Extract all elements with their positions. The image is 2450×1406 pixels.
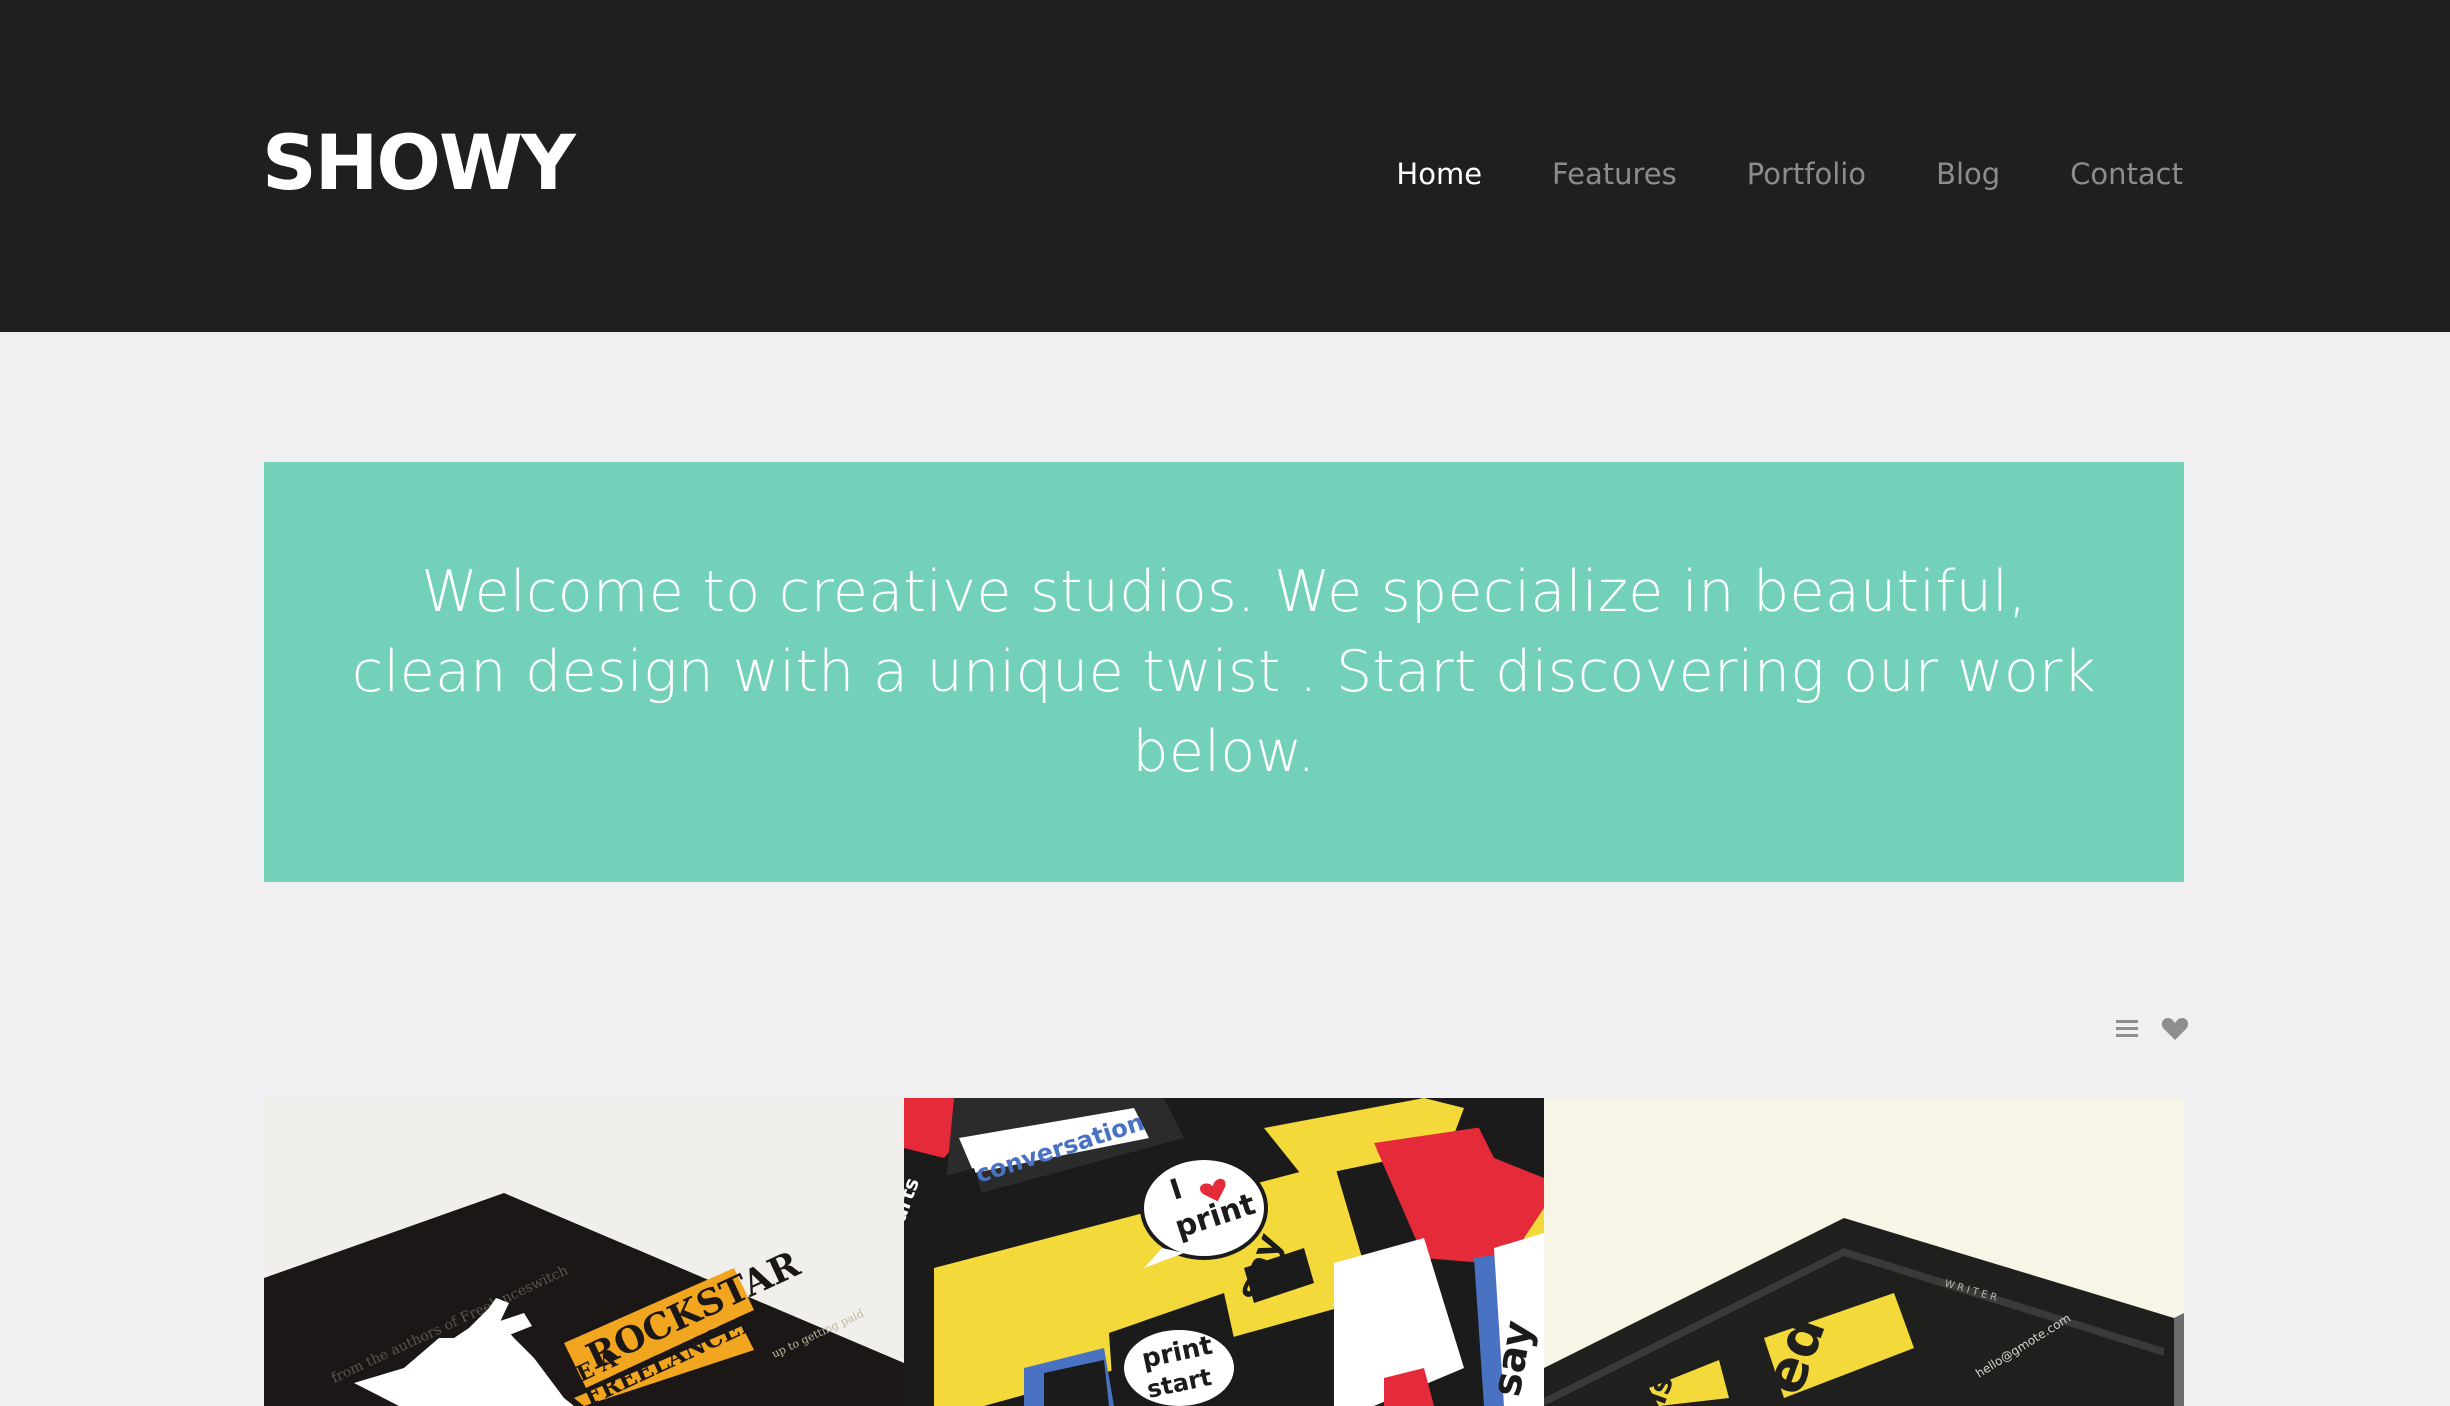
portfolio-gallery: from the authors of Freelanceswitch BE A… (264, 1098, 2184, 1406)
site-header: SHOWY Home Features Portfolio Blog Conta… (0, 0, 2450, 332)
nav-contact[interactable]: Contact (2070, 150, 2183, 198)
nav-portfolio[interactable]: Portfolio (1747, 150, 1866, 198)
portfolio-item-business-cards[interactable]: WRITER is ed hello@gmote.com (1544, 1098, 2184, 1406)
list-icon[interactable] (2112, 1014, 2142, 1044)
portfolio-item-rockstar-freelancer[interactable]: from the authors of Freelanceswitch BE A… (264, 1098, 904, 1406)
main-nav: Home Features Portfolio Blog Contact (1396, 150, 2183, 198)
business-cards-image: WRITER is ed hello@gmote.com (1544, 1098, 2184, 1406)
rockstar-freelancer-image: from the authors of Freelanceswitch BE A… (264, 1098, 904, 1406)
logo[interactable]: SHOWY (262, 118, 576, 208)
welcome-text: Welcome to creative studios. We speciali… (351, 559, 2097, 785)
nav-blog[interactable]: Blog (1936, 150, 2000, 198)
welcome-banner: Welcome to creative studios. We speciali… (264, 462, 2184, 882)
nav-features[interactable]: Features (1552, 150, 1677, 198)
i-love-print-image: conversation arts I print say print star… (904, 1098, 1544, 1406)
heart-icon[interactable] (2160, 1014, 2190, 1044)
gallery-toolbar (2112, 1014, 2190, 1044)
portfolio-item-i-love-print[interactable]: conversation arts I print say print star… (904, 1098, 1544, 1406)
nav-home[interactable]: Home (1396, 150, 1482, 198)
